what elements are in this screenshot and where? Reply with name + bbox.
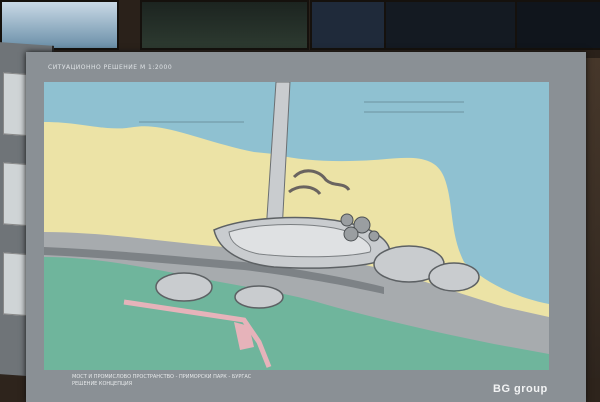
kiosk-1	[340, 213, 354, 227]
pavilion-left	[155, 272, 213, 302]
upper-poster-3	[310, 0, 386, 50]
brand-logo-text: BG group	[493, 383, 548, 395]
upper-poster-5	[515, 0, 600, 50]
upper-poster-4	[384, 0, 518, 50]
footer-subtitle: РЕШЕНИЕ КОНЦЕПЦИЯ	[72, 381, 133, 387]
board-header: СИТУАЦИОННО РЕШЕНИЕ M 1:2000	[48, 64, 173, 71]
kiosk-4	[368, 230, 380, 242]
site-plan-drawing	[44, 82, 549, 370]
pavilion-center	[234, 285, 284, 309]
pavilion-far-right	[428, 262, 480, 292]
kiosk-3	[343, 226, 359, 242]
site-plan-svg	[44, 82, 549, 370]
upper-poster-2	[140, 0, 309, 50]
footer-title: МОСТ И ПРОМИСЛОВО ПРОСТРАНСТВО - ПРИМОРС…	[72, 374, 252, 380]
upper-poster-row	[0, 0, 600, 58]
